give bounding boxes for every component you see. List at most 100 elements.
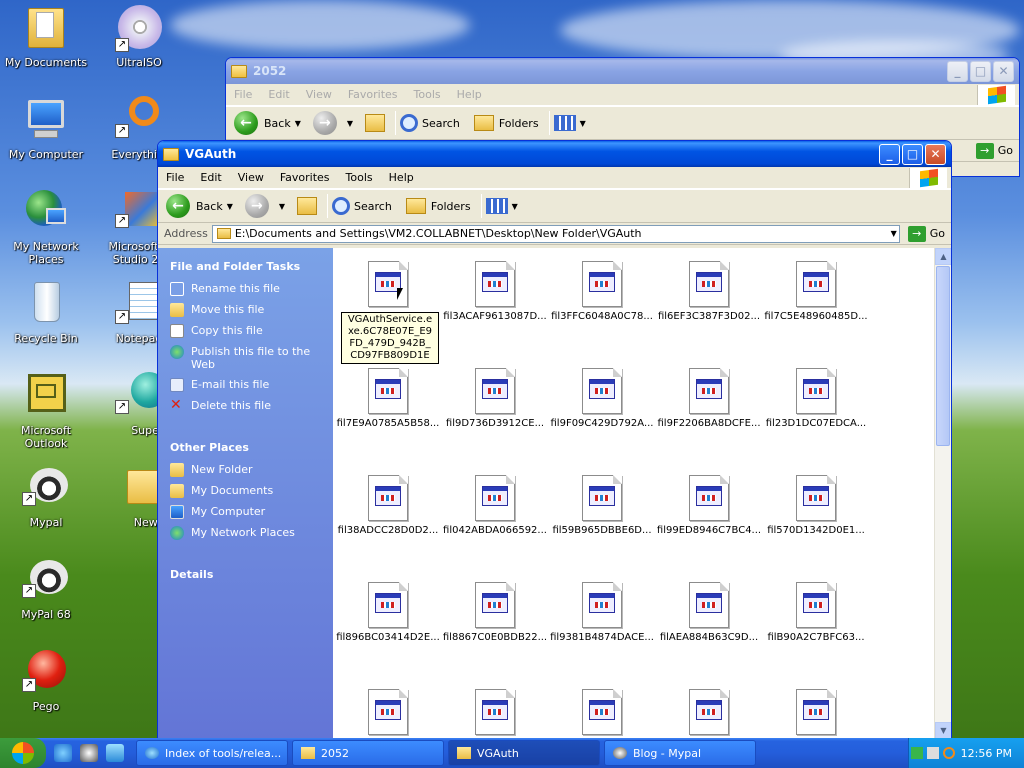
file-item[interactable]: fil9381B4874DACE... (549, 582, 655, 644)
file-item[interactable]: fil9D736D3912CE... (442, 368, 548, 430)
menu-tools[interactable]: Tools (406, 88, 449, 101)
scroll-thumb[interactable] (936, 266, 950, 446)
task-email[interactable]: E-mail this file (170, 378, 321, 392)
place-my-computer[interactable]: My Computer (170, 505, 321, 519)
title-bar[interactable]: 2052 _ □ ✕ (226, 58, 1019, 84)
file-item[interactable]: fil99ED8946C7BC4... (656, 475, 762, 537)
desktop-icon-my-computer[interactable]: My Computer (0, 96, 94, 161)
ie-icon[interactable] (54, 744, 72, 762)
file-item[interactable] (763, 689, 869, 739)
file-item[interactable]: fil9F2206BA8DCFE... (656, 368, 762, 430)
place-new-folder[interactable]: New Folder (170, 463, 321, 477)
window-vgauth[interactable]: VGAuth _ □ ✕ File Edit View Favorites To… (157, 140, 952, 740)
up-button[interactable] (365, 114, 386, 132)
taskbar-item-blog[interactable]: Blog - Mypal (604, 740, 756, 766)
maximize-button[interactable]: □ (970, 60, 991, 82)
scroll-down-icon[interactable]: ▼ (935, 722, 951, 739)
file-item[interactable]: fil7C5E48960485D... (763, 261, 869, 323)
file-item[interactable]: fil896BC03414D2E... (335, 582, 441, 644)
task-copy[interactable]: Copy this file (170, 324, 321, 338)
views-button[interactable]: ▼ (553, 115, 592, 131)
panel-title[interactable]: Other Places (170, 441, 321, 454)
close-button[interactable]: ✕ (925, 143, 946, 165)
file-item[interactable]: fil38ADCC28D0D2... (335, 475, 441, 537)
clock[interactable]: 12:56 PM (961, 747, 1012, 760)
file-item[interactable]: fil042ABDA066592... (442, 475, 548, 537)
network-icon[interactable] (910, 747, 923, 759)
task-publish[interactable]: Publish this file to the Web (170, 345, 321, 371)
file-item[interactable]: fil9F09C429D792A... (549, 368, 655, 430)
desktop-icon-my-network[interactable]: My Network Places (0, 188, 94, 266)
file-item[interactable]: fil570D1342D0E1... (763, 475, 869, 537)
file-item[interactable]: fil59B965DBBE6D... (549, 475, 655, 537)
file-item[interactable]: fil23D1DC07EDCA... (763, 368, 869, 430)
menu-help[interactable]: Help (381, 171, 422, 184)
menu-view[interactable]: View (230, 171, 272, 184)
go-button[interactable]: → Go (907, 225, 945, 242)
taskbar-item-index[interactable]: Index of tools/relea... (136, 740, 288, 766)
vertical-scrollbar[interactable]: ▲ ▼ (934, 248, 951, 739)
file-item[interactable]: filB90A2C7BFC63... (763, 582, 869, 644)
desktop-icon-mypal68[interactable]: ↗ MyPal 68 (0, 556, 94, 621)
file-item[interactable] (656, 689, 762, 739)
menu-favorites[interactable]: Favorites (272, 171, 338, 184)
menu-edit[interactable]: Edit (260, 88, 297, 101)
desktop-icon-ultraiso[interactable]: ↗ UltraISO (91, 4, 187, 69)
menu-help[interactable]: Help (449, 88, 490, 101)
close-button[interactable]: ✕ (993, 60, 1014, 82)
tools-icon[interactable] (926, 747, 939, 759)
file-item[interactable]: filAEA884B63C9D... (656, 582, 762, 644)
show-desktop-icon[interactable] (106, 744, 124, 762)
desktop-icon-outlook[interactable]: Microsoft Outlook (0, 372, 94, 450)
raccoon-icon[interactable] (80, 744, 98, 762)
panel-title[interactable]: File and Folder Tasks (170, 260, 321, 273)
minimize-button[interactable]: _ (879, 143, 900, 165)
search-icon[interactable] (942, 747, 955, 759)
search-button[interactable]: Search (332, 197, 392, 215)
scroll-up-icon[interactable]: ▲ (935, 248, 951, 265)
file-item[interactable]: fil3FFC6048A0C78... (549, 261, 655, 323)
file-item[interactable]: fil8867C0E0BDB22... (442, 582, 548, 644)
desktop-icon-mypal[interactable]: ↗ Mypal (0, 464, 94, 529)
desktop-icon-recycle-bin[interactable]: Recycle Bin (0, 280, 94, 345)
go-button[interactable]: → Go (975, 142, 1013, 159)
taskbar-item-2052[interactable]: 2052 (292, 740, 444, 766)
maximize-button[interactable]: □ (902, 143, 923, 165)
menu-view[interactable]: View (298, 88, 340, 101)
minimize-button[interactable]: _ (947, 60, 968, 82)
menu-file[interactable]: File (226, 88, 260, 101)
file-item[interactable]: fil3ACAF9613087D... (442, 261, 548, 323)
file-item[interactable] (335, 689, 441, 739)
file-item[interactable] (335, 261, 441, 311)
address-input[interactable]: E:\Documents and Settings\VM2.COLLABNET\… (211, 224, 900, 243)
search-button[interactable]: Search (400, 114, 460, 132)
file-item[interactable] (549, 689, 655, 739)
taskbar-item-vgauth[interactable]: VGAuth (448, 740, 600, 766)
chevron-down-icon[interactable]: ▼ (891, 229, 897, 238)
desktop-icon-my-documents[interactable]: My Documents (0, 4, 94, 69)
folders-button[interactable]: Folders (473, 115, 539, 131)
back-button[interactable]: ← Back ▼ (234, 111, 307, 135)
forward-button[interactable]: → ▼ (312, 111, 359, 135)
up-button[interactable] (297, 197, 318, 215)
task-move[interactable]: Move this file (170, 303, 321, 317)
title-bar[interactable]: VGAuth _ □ ✕ (158, 141, 951, 167)
start-button[interactable] (0, 738, 46, 768)
menu-favorites[interactable]: Favorites (340, 88, 406, 101)
place-my-documents[interactable]: My Documents (170, 484, 321, 498)
folders-button[interactable]: Folders (405, 198, 471, 214)
place-my-network[interactable]: My Network Places (170, 526, 321, 540)
menu-edit[interactable]: Edit (192, 171, 229, 184)
forward-button[interactable]: → ▼ (244, 194, 291, 218)
task-delete[interactable]: ✕ Delete this file (170, 398, 321, 413)
file-item[interactable] (442, 689, 548, 739)
back-button[interactable]: ← Back ▼ (166, 194, 239, 218)
desktop-icon-pego[interactable]: ↗ Pego (0, 648, 94, 713)
file-item[interactable]: fil6EF3C387F3D02... (656, 261, 762, 323)
menu-file[interactable]: File (158, 171, 192, 184)
views-button[interactable]: ▼ (485, 198, 524, 214)
task-rename[interactable]: Rename this file (170, 282, 321, 296)
panel-title[interactable]: Details (170, 568, 321, 581)
menu-tools[interactable]: Tools (338, 171, 381, 184)
file-item[interactable]: fil7E9A0785A5B58... (335, 368, 441, 430)
